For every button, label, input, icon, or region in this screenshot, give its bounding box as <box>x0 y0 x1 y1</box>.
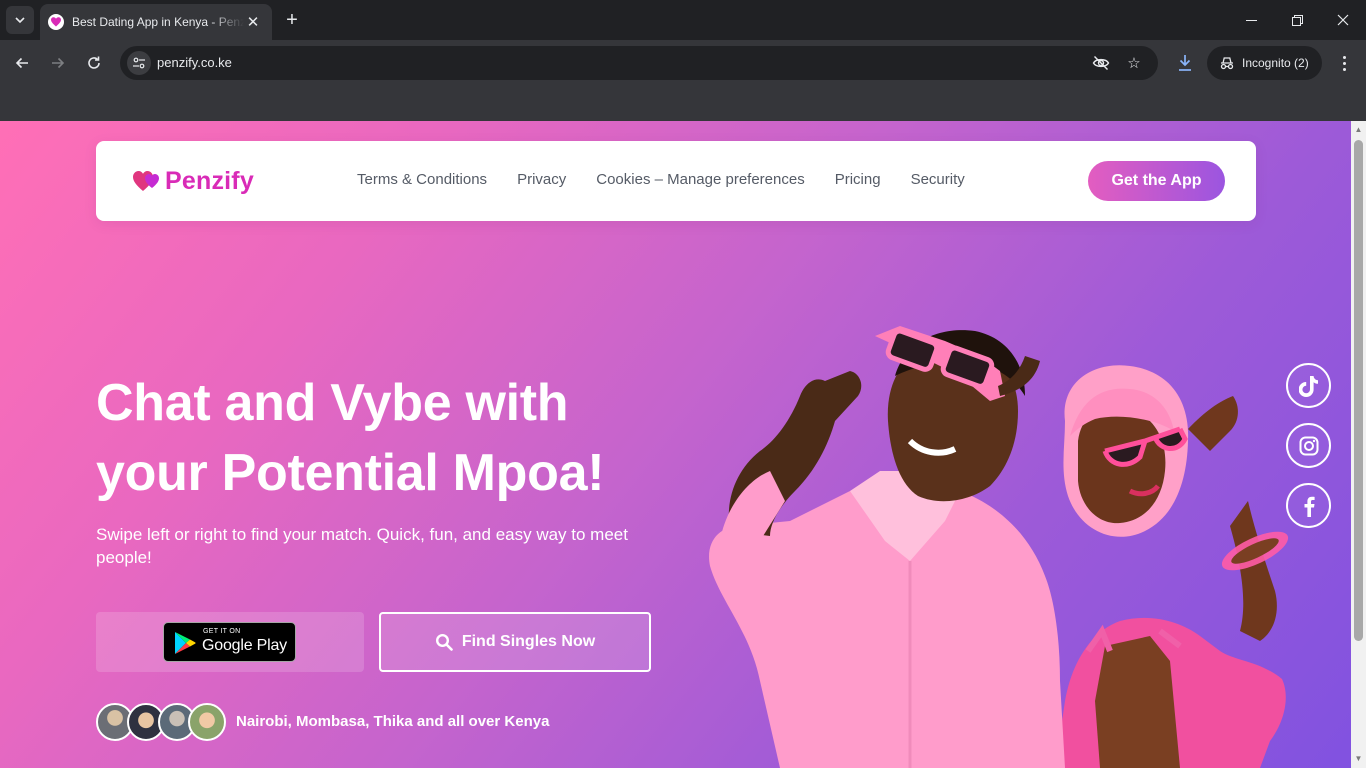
get-the-app-button[interactable]: Get the App <box>1088 161 1225 201</box>
new-tab-plus-icon[interactable]: + <box>280 8 304 32</box>
hearts-logo-icon <box>133 171 159 191</box>
bookmarks-bar <box>0 86 1366 121</box>
tiktok-icon[interactable] <box>1286 363 1331 408</box>
bookmark-star-icon[interactable]: ☆ <box>1125 54 1143 72</box>
search-icon <box>435 633 453 651</box>
nav-link-privacy[interactable]: Privacy <box>517 171 566 188</box>
hero-title: Chat and Vybe with your Potential Mpoa! <box>96 368 696 508</box>
minimize-window-icon[interactable] <box>1228 0 1274 40</box>
site-info-icon[interactable] <box>127 51 151 75</box>
nav-link-cookies[interactable]: Cookies – Manage preferences <box>596 171 804 188</box>
page-scrollbar[interactable]: ▲ ▼ <box>1351 121 1366 768</box>
hero-couple-image <box>709 326 1289 768</box>
google-play-icon <box>175 632 196 654</box>
forward-arrow-icon[interactable] <box>44 49 72 77</box>
incognito-label: Incognito (2) <box>1242 56 1309 70</box>
back-arrow-icon[interactable] <box>8 49 36 77</box>
site-logo[interactable]: Penzify <box>132 166 254 196</box>
instagram-icon[interactable] <box>1286 423 1331 468</box>
member-avatars <box>96 703 226 741</box>
chevron-down-icon <box>15 17 25 24</box>
url-text[interactable]: penzify.co.ke <box>157 55 232 70</box>
hero-title-line-1: Chat and Vybe with <box>96 374 569 432</box>
play-badge-big-text: Google Play <box>202 637 287 654</box>
find-singles-label: Find Singles Now <box>461 633 596 650</box>
find-singles-button[interactable]: Find Singles Now <box>379 612 651 672</box>
locations-text: Nairobi, Mombasa, Thika and all over Ken… <box>236 713 550 730</box>
browser-toolbar: penzify.co.ke ☆ Incognito (2) <box>0 40 1366 86</box>
penzify-favicon-icon <box>48 14 64 30</box>
address-bar[interactable]: penzify.co.ke ☆ <box>120 46 1158 80</box>
scrollbar-thumb[interactable] <box>1354 140 1363 641</box>
google-play-card: GET IT ON Google Play <box>96 612 364 672</box>
google-play-badge[interactable]: GET IT ON Google Play <box>163 622 296 662</box>
browser-menu-icon[interactable] <box>1332 49 1356 77</box>
facebook-icon[interactable] <box>1286 483 1331 528</box>
logo-text: Penzify <box>165 166 254 195</box>
main-navigation: Terms & Conditions Privacy Cookies – Man… <box>357 171 965 188</box>
nav-link-pricing[interactable]: Pricing <box>835 171 881 188</box>
nav-link-security[interactable]: Security <box>911 171 965 188</box>
close-tab-icon[interactable]: ✕ <box>244 13 262 31</box>
browser-tab[interactable]: Best Dating App in Kenya - Penzify ✕ <box>40 4 272 40</box>
nav-link-terms[interactable]: Terms & Conditions <box>357 171 487 188</box>
page-viewport: Penzify Terms & Conditions Privacy Cooki… <box>0 121 1351 768</box>
reload-icon[interactable] <box>80 49 108 77</box>
hero-subtitle: Swipe left or right to find your match. … <box>96 525 628 567</box>
incognito-indicator[interactable]: Incognito (2) <box>1207 46 1322 80</box>
site-header: Penzify Terms & Conditions Privacy Cooki… <box>96 141 1256 221</box>
close-window-icon[interactable] <box>1320 0 1366 40</box>
tab-search-button[interactable] <box>6 6 34 34</box>
scroll-down-arrow-icon[interactable]: ▼ <box>1351 752 1366 766</box>
avatar <box>188 703 226 741</box>
download-icon[interactable] <box>1172 49 1198 77</box>
play-badge-small-text: GET IT ON <box>203 628 241 635</box>
restore-window-icon[interactable] <box>1274 0 1320 40</box>
scroll-up-arrow-icon[interactable]: ▲ <box>1351 123 1366 137</box>
eye-off-icon[interactable] <box>1092 54 1110 72</box>
browser-tab-bar: Best Dating App in Kenya - Penzify ✕ + <box>0 0 1366 40</box>
incognito-icon <box>1220 57 1234 70</box>
tab-title: Best Dating App in Kenya - Penzify <box>72 15 244 29</box>
hero-title-line-2: your Potential Mpoa! <box>96 444 605 502</box>
